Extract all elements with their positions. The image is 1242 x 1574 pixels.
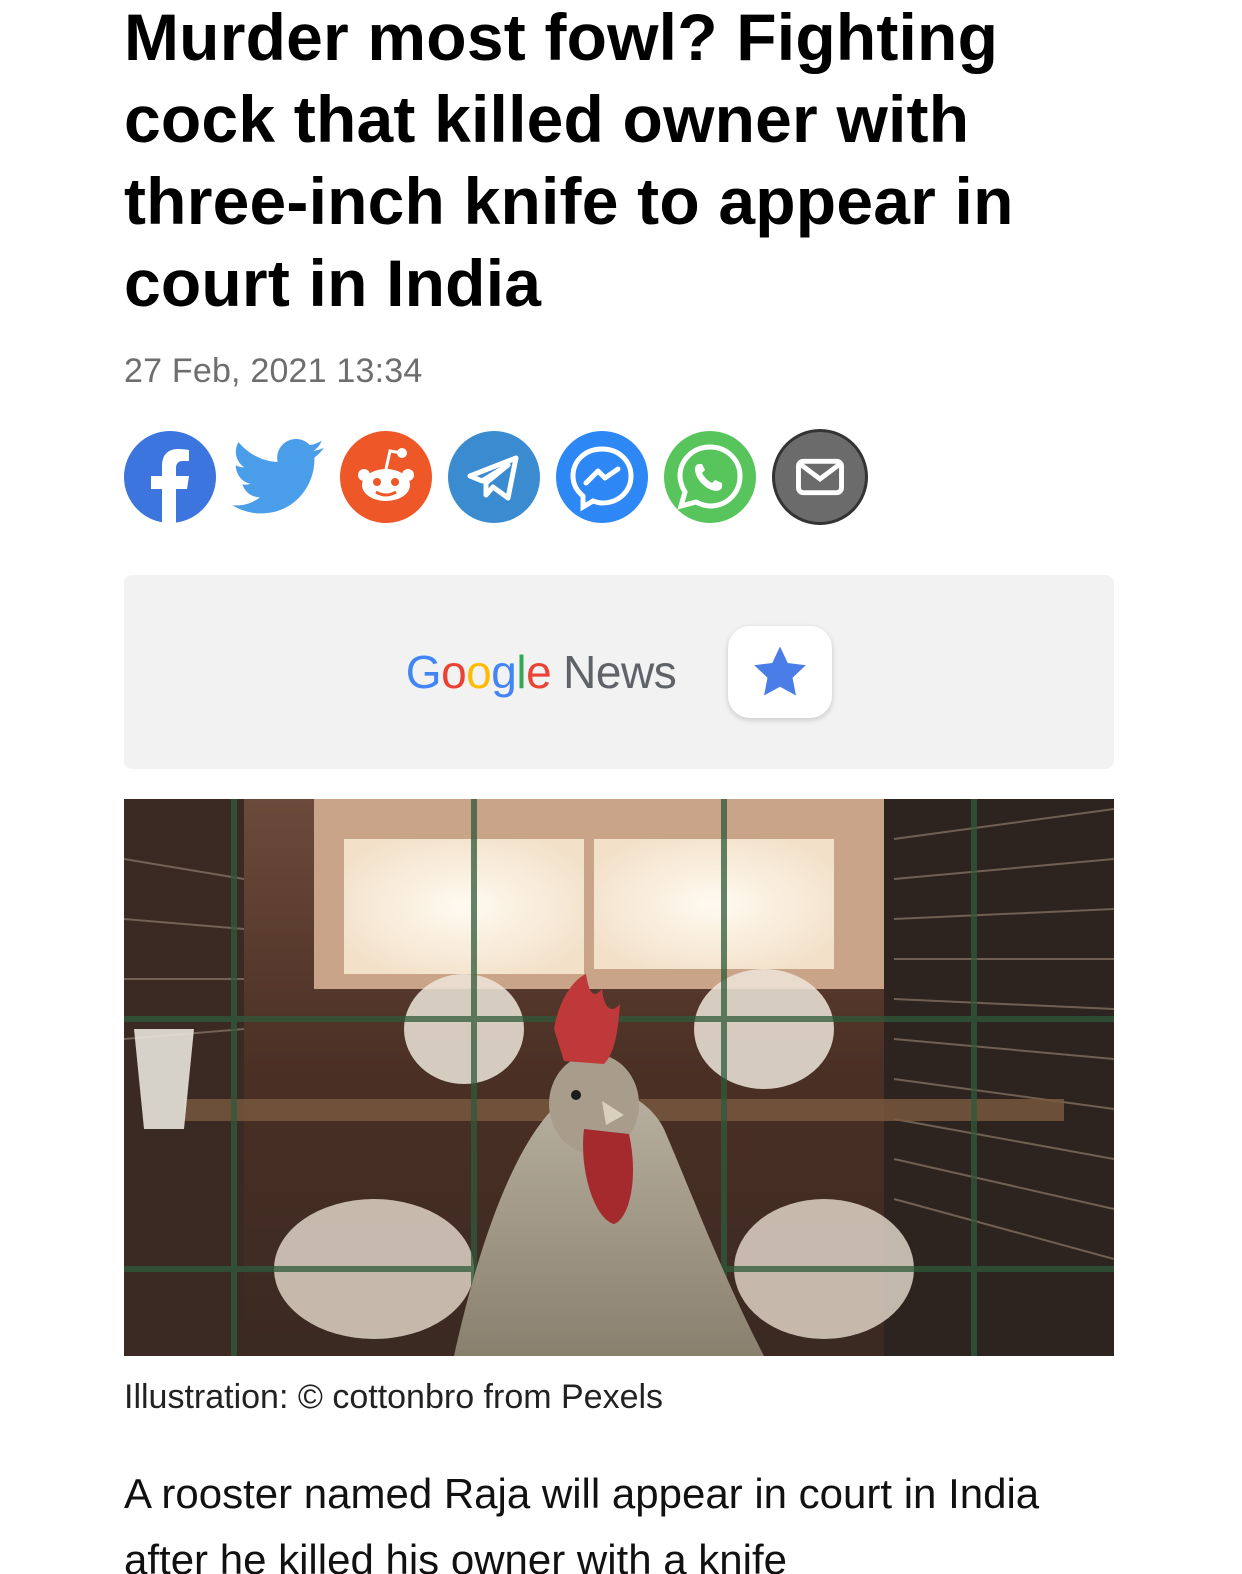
google-news-follow-banner[interactable]: Google News (124, 575, 1114, 769)
facebook-icon (151, 449, 189, 523)
telegram-icon (467, 455, 519, 501)
article-page: Murder most fowl? Fighting cock that kil… (0, 0, 1242, 1574)
article-date: 27 Feb, 2021 13:34 (124, 352, 423, 390)
reddit-icon (358, 448, 414, 501)
share-bar (124, 427, 1114, 527)
star-icon (754, 646, 806, 696)
photo-caption: Illustration: © cottonbro from Pexels (124, 1378, 664, 1416)
google-news-label: News (563, 646, 677, 698)
share-whatsapp-button[interactable] (664, 431, 756, 523)
share-facebook-button[interactable] (124, 431, 216, 523)
whatsapp-icon (677, 444, 743, 510)
google-news-star-button[interactable] (728, 626, 833, 718)
share-telegram-button[interactable] (448, 431, 540, 523)
article-content: Murder most fowl? Fighting cock that kil… (124, 0, 1114, 1574)
article-headline: Murder most fowl? Fighting cock that kil… (124, 0, 1014, 320)
share-reddit-button[interactable] (340, 431, 432, 523)
twitter-icon (232, 439, 324, 514)
share-messenger-button[interactable] (556, 431, 648, 523)
google-news-logo: Google News (405, 646, 677, 698)
article-photo (124, 799, 1114, 1356)
article-lead-paragraph: A rooster named Raja will appear in cour… (124, 1470, 1040, 1574)
messenger-icon (570, 446, 634, 512)
share-email-button[interactable] (772, 429, 868, 525)
share-twitter-button[interactable] (232, 431, 324, 523)
email-icon (796, 458, 844, 496)
